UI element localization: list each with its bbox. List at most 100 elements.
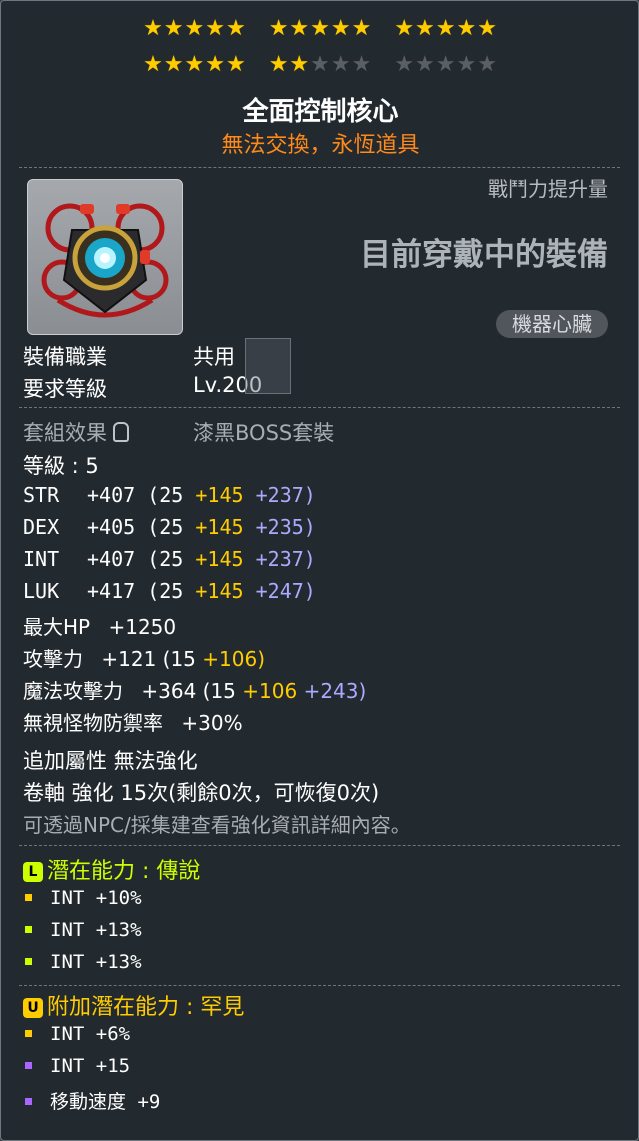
magic-attack-bonus: +106 [242, 679, 298, 703]
star-group: ★★★★★ [269, 53, 373, 77]
star-force-row-1: ★★★★★ ★★★★★ ★★★★★ [1, 16, 638, 41]
star-icons-filled: ★★★★★ [143, 52, 247, 77]
additional-potential-line-text: INT +15 [50, 1055, 131, 1077]
ignore-def-label: 無視怪物防禦率 [23, 711, 163, 735]
stat-bonus: +145 [195, 579, 244, 603]
set-label: 套組效果 [23, 421, 107, 445]
level-label: 要求等級 [23, 377, 107, 401]
max-hp-label: 最大HP [23, 615, 91, 639]
bullet-icon [25, 926, 32, 933]
star-force-row-2: ★★★★★ ★★★★★ ★★★★★ [1, 52, 638, 77]
potential-line: INT +10% [25, 887, 142, 909]
magic-attack-base: (15 [202, 679, 236, 703]
rare-grade-icon: U [23, 998, 43, 1018]
stat-total: +417 [87, 579, 136, 603]
additional-potential-header: U 附加潛在能力 : 罕見 [23, 989, 244, 1021]
stat-base: (25 [147, 483, 184, 507]
attack-label: 攻擊力 [23, 647, 83, 671]
potential-line-text: INT +13% [50, 919, 142, 941]
combat-power-label: 戰鬥力提升量 [488, 177, 608, 201]
attack-base: (15 [162, 647, 196, 671]
magic-attack-starforce: +243) [303, 679, 367, 703]
stat-starforce: +237) [255, 547, 316, 571]
stat-key: DEX [23, 515, 60, 539]
heart-core-icon [41, 203, 169, 318]
star-icons-empty: ★★★ [310, 52, 373, 77]
stat-bonus: +145 [195, 547, 244, 571]
job-label: 裝備職業 [23, 345, 107, 369]
star-icons-empty: ★★★★★ [394, 52, 498, 77]
divider [19, 845, 620, 846]
potential-line-text: INT +10% [50, 887, 142, 909]
stat-bonus: +145 [195, 483, 244, 507]
job-value: 共用 [193, 345, 235, 369]
potential-line: INT +13% [25, 951, 142, 973]
bonus-stat-text: 追加屬性 無法強化 [23, 749, 198, 773]
magic-attack-total: +364 [141, 679, 197, 703]
potential-line: INT +13% [25, 919, 142, 941]
stat-base: (25 [147, 515, 184, 539]
star-group: ★★★★★ [143, 16, 247, 41]
set-value: 漆黑BOSS套裝 [193, 421, 335, 445]
stat-base: (25 [147, 547, 184, 571]
star-group: ★★★★★ [268, 16, 373, 41]
scroll-text: 卷軸 強化 15次(剩餘0次，可恢復0次) [23, 781, 380, 805]
legendary-grade-icon: L [23, 862, 43, 882]
stat-total: +407 [87, 483, 136, 507]
max-hp-row: 最大HP +1250 [23, 611, 176, 640]
stat-bonus: +145 [195, 515, 244, 539]
bullet-icon [25, 1098, 32, 1105]
stat-base: (25 [147, 579, 184, 603]
item-tooltip: ★★★★★ ★★★★★ ★★★★★ ★★★★★ ★★★★★ ★★★★★ 全面控制核心 無… [0, 0, 639, 1141]
bullet-icon [25, 1062, 32, 1069]
additional-potential-line: INT +15 [25, 1055, 130, 1077]
ignore-def-row: 無視怪物防禦率 +30% [23, 707, 243, 736]
job-row: 裝備職業 共用 [23, 341, 235, 371]
additional-potential-line: 移動速度 +9 [25, 1087, 160, 1114]
magic-attack-row: 魔法攻擊力 +364 (15 +106 +243) [23, 675, 366, 704]
additional-potential-line-text: 移動速度 +9 [50, 1091, 161, 1113]
hint-text: 可透過NPC/採集建查看強化資訊詳細內容。 [23, 813, 411, 837]
potential-title: 潛在能力 : 傳說 [47, 859, 201, 884]
grade-row: 等級 : 5 [23, 450, 99, 480]
stat-row-int: INT +407 (25 +145 +237) [23, 547, 316, 571]
potential-header: L 潛在能力 : 傳說 [23, 853, 200, 885]
stat-key: STR [23, 483, 60, 507]
lock-icon [113, 422, 129, 442]
attack-bonus: +106) [202, 647, 266, 671]
equipped-label: 目前穿戴中的裝備 [360, 237, 608, 273]
bonus-stat-row: 追加屬性 無法強化 [23, 745, 198, 775]
additional-potential-title: 附加潛在能力 : 罕見 [47, 995, 245, 1020]
bullet-icon [25, 1030, 32, 1037]
divider [19, 985, 620, 986]
category-badge: 機器心臟 [496, 310, 608, 338]
potential-line-text: INT +13% [50, 951, 142, 973]
max-hp-value: +1250 [108, 615, 177, 639]
stat-key: INT [23, 547, 60, 571]
trade-status: 無法交換，永恆道具 [221, 133, 420, 158]
additional-potential-line: INT +6% [25, 1023, 130, 1045]
stat-starforce: +237) [255, 483, 316, 507]
set-row: 套組效果 漆黑BOSS套裝 [23, 417, 334, 447]
item-name: 全面控制核心 [242, 97, 399, 127]
grade-text: 等級 : 5 [23, 454, 99, 478]
level-row: 要求等級 Lv.200 [23, 373, 262, 403]
bullet-icon [25, 894, 32, 901]
divider [19, 167, 620, 168]
stat-starforce: +235) [255, 515, 316, 539]
item-icon-frame [27, 179, 183, 335]
star-icons-filled: ★★ [268, 52, 311, 77]
attack-row: 攻擊力 +121 (15 +106) [23, 643, 265, 672]
additional-potential-line-text: INT +6% [50, 1023, 131, 1045]
divider [19, 407, 620, 408]
attack-total: +121 [101, 647, 157, 671]
stat-row-str: STR +407 (25 +145 +237) [23, 483, 316, 507]
stat-row-luk: LUK +417 (25 +145 +247) [23, 579, 316, 603]
class-icon-box [245, 338, 291, 394]
star-group: ★★★★★ [394, 16, 498, 41]
scroll-row: 卷軸 強化 15次(剩餘0次，可恢復0次) [23, 777, 379, 807]
stat-starforce: +247) [255, 579, 316, 603]
ignore-def-value: +30% [181, 711, 243, 735]
bullet-icon [25, 958, 32, 965]
magic-attack-label: 魔法攻擊力 [23, 679, 123, 703]
